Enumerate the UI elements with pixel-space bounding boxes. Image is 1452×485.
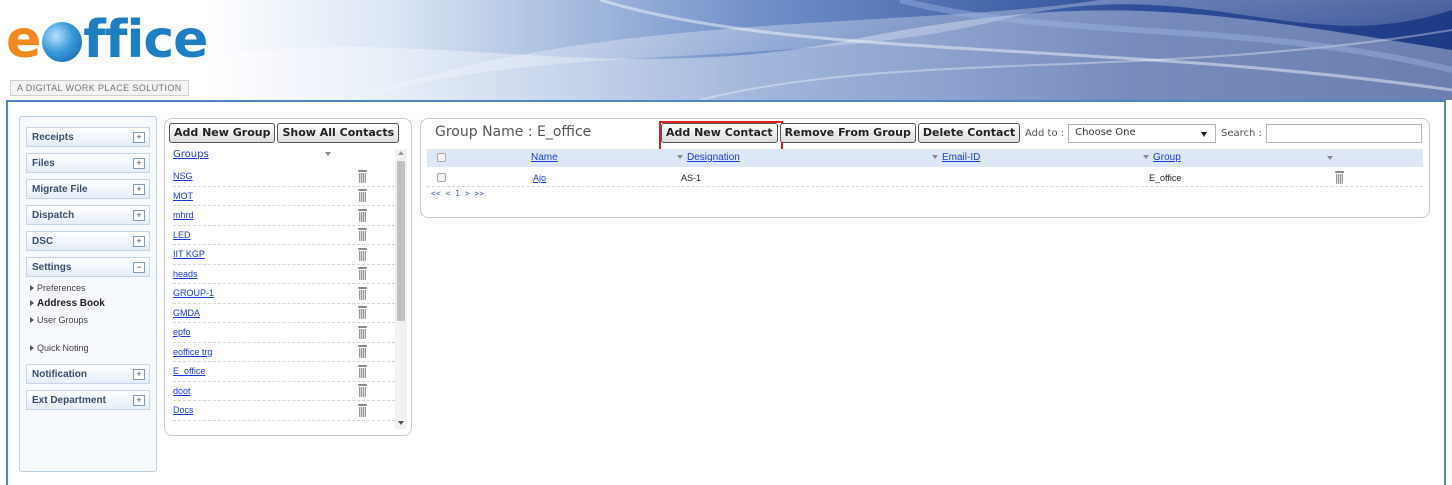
nav-notification[interactable]: Notification + — [26, 364, 150, 384]
list-item: LED — [173, 226, 395, 245]
expand-icon[interactable]: + — [133, 157, 145, 169]
contacts-table-header: Name Designation Email-ID Group — [427, 149, 1423, 167]
list-item: mhrd — [173, 206, 395, 226]
show-all-contacts-button[interactable]: Show All Contacts — [277, 123, 400, 143]
trash-icon[interactable] — [358, 364, 367, 378]
list-item: IIT KGP — [173, 245, 395, 265]
trash-icon[interactable] — [358, 169, 367, 183]
nav-preferences[interactable]: Preferences — [30, 280, 150, 296]
sort-icon[interactable] — [677, 155, 683, 160]
expand-icon[interactable]: + — [133, 368, 145, 380]
nav-quick-noting[interactable]: Quick Noting — [30, 340, 150, 356]
scroll-up-icon[interactable] — [398, 151, 404, 155]
expand-icon[interactable]: + — [133, 209, 145, 221]
table-row: Ajo AS-1 E_office — [427, 169, 1423, 187]
scroll-down-icon[interactable] — [398, 421, 404, 425]
pagination[interactable]: << < 1 > >> — [431, 189, 484, 198]
groups-scrollbar[interactable] — [395, 149, 407, 429]
trash-icon[interactable] — [358, 286, 367, 300]
app-header: e ffice A DIGITAL WORK PLACE SOLUTION — [0, 0, 1452, 100]
contacts-panel: Group Name : E_office Add New Contact Re… — [420, 118, 1430, 218]
nav-dsc[interactable]: DSC + — [26, 231, 150, 251]
trash-icon[interactable] — [358, 403, 367, 417]
header-banner — [200, 0, 1452, 100]
select-all-checkbox[interactable] — [437, 153, 446, 162]
settings-submenu: Preferences Address Book User Groups Qui… — [30, 280, 150, 356]
sort-icon[interactable] — [932, 155, 938, 160]
nav-user-groups[interactable]: User Groups — [30, 312, 150, 328]
scroll-thumb[interactable] — [397, 161, 405, 321]
add-new-group-button[interactable]: Add New Group — [169, 123, 276, 143]
expand-icon[interactable]: + — [133, 183, 145, 195]
nav-dispatch[interactable]: Dispatch + — [26, 205, 150, 225]
eoffice-logo: e ffice — [6, 10, 208, 70]
name-column-header[interactable]: Name — [531, 152, 558, 163]
nav-files[interactable]: Files + — [26, 153, 150, 173]
trash-icon[interactable] — [358, 345, 367, 359]
arrow-right-icon — [30, 317, 34, 323]
add-to-select[interactable]: Choose One — [1068, 124, 1217, 143]
nav-address-book[interactable]: Address Book — [30, 296, 150, 312]
list-item: MOT — [173, 187, 395, 206]
contact-group: E_office — [1149, 173, 1182, 183]
email-column-header[interactable]: Email-ID — [932, 152, 980, 163]
nav-migrate-file[interactable]: Migrate File + — [26, 179, 150, 199]
tagline: A DIGITAL WORK PLACE SOLUTION — [10, 80, 189, 96]
expand-icon[interactable]: + — [133, 394, 145, 406]
globe-icon — [42, 22, 83, 62]
expand-icon[interactable]: + — [133, 131, 145, 143]
list-item: doot — [173, 382, 395, 401]
group-column-header[interactable]: Group — [1143, 152, 1181, 163]
trash-icon[interactable] — [358, 208, 367, 222]
sort-icon[interactable] — [325, 152, 331, 156]
contacts-toolbar: Add New Contact Remove From Group Delete… — [661, 123, 1021, 143]
trash-icon[interactable] — [1335, 171, 1344, 184]
list-item: E_office — [173, 362, 395, 382]
arrow-right-icon — [30, 285, 34, 291]
nav-settings[interactable]: Settings − — [26, 257, 150, 277]
contact-name-link[interactable]: Ajo — [533, 173, 546, 183]
list-item: epfo — [173, 323, 395, 343]
trash-icon[interactable] — [358, 306, 367, 320]
groups-panel: Add New Group Show All Contacts Groups N… — [164, 118, 412, 436]
trash-icon[interactable] — [358, 325, 367, 339]
remove-from-group-button[interactable]: Remove From Group — [779, 123, 916, 143]
add-to-control: Add to : Choose One — [1025, 124, 1217, 143]
contact-designation: AS-1 — [681, 173, 702, 183]
sort-icon[interactable] — [1327, 156, 1333, 160]
left-nav: Receipts + Files + Migrate File + Dispat… — [19, 116, 157, 472]
groups-list: NSG MOT mhrd LED IIT KGP heads GROUP-1 G… — [173, 167, 395, 433]
nav-ext-department[interactable]: Ext Department + — [26, 390, 150, 410]
search-input[interactable] — [1265, 124, 1422, 143]
sort-icon[interactable] — [1143, 155, 1149, 160]
main-frame: Receipts + Files + Migrate File + Dispat… — [6, 100, 1446, 485]
list-item: Docs — [173, 401, 395, 421]
arrow-right-icon — [30, 345, 34, 351]
trash-icon[interactable] — [358, 189, 367, 203]
chevron-down-icon[interactable] — [1201, 132, 1208, 137]
add-new-contact-button[interactable]: Add New Contact — [661, 123, 778, 143]
list-item: GROUP-1 — [173, 284, 395, 304]
list-item: eoffice trg — [173, 343, 395, 362]
list-item: GMDA — [173, 304, 395, 323]
list-item: NSG — [173, 167, 395, 187]
search-control: Search : — [1221, 124, 1422, 143]
expand-icon[interactable]: + — [133, 235, 145, 247]
nav-receipts[interactable]: Receipts + — [26, 127, 150, 147]
arrow-right-icon — [30, 300, 34, 306]
group-name-title: Group Name : E_office — [435, 124, 592, 140]
list-item: heads — [173, 265, 395, 284]
designation-column-header[interactable]: Designation — [677, 152, 740, 163]
trash-icon[interactable] — [358, 247, 367, 261]
groups-toolbar: Add New Group Show All Contacts — [169, 123, 400, 143]
trash-icon[interactable] — [358, 228, 367, 242]
delete-contact-button[interactable]: Delete Contact — [917, 123, 1021, 143]
trash-icon[interactable] — [358, 267, 367, 281]
collapse-icon[interactable]: − — [133, 261, 145, 273]
trash-icon[interactable] — [358, 384, 367, 398]
groups-column-header[interactable]: Groups — [173, 149, 401, 164]
row-checkbox[interactable] — [437, 173, 446, 182]
